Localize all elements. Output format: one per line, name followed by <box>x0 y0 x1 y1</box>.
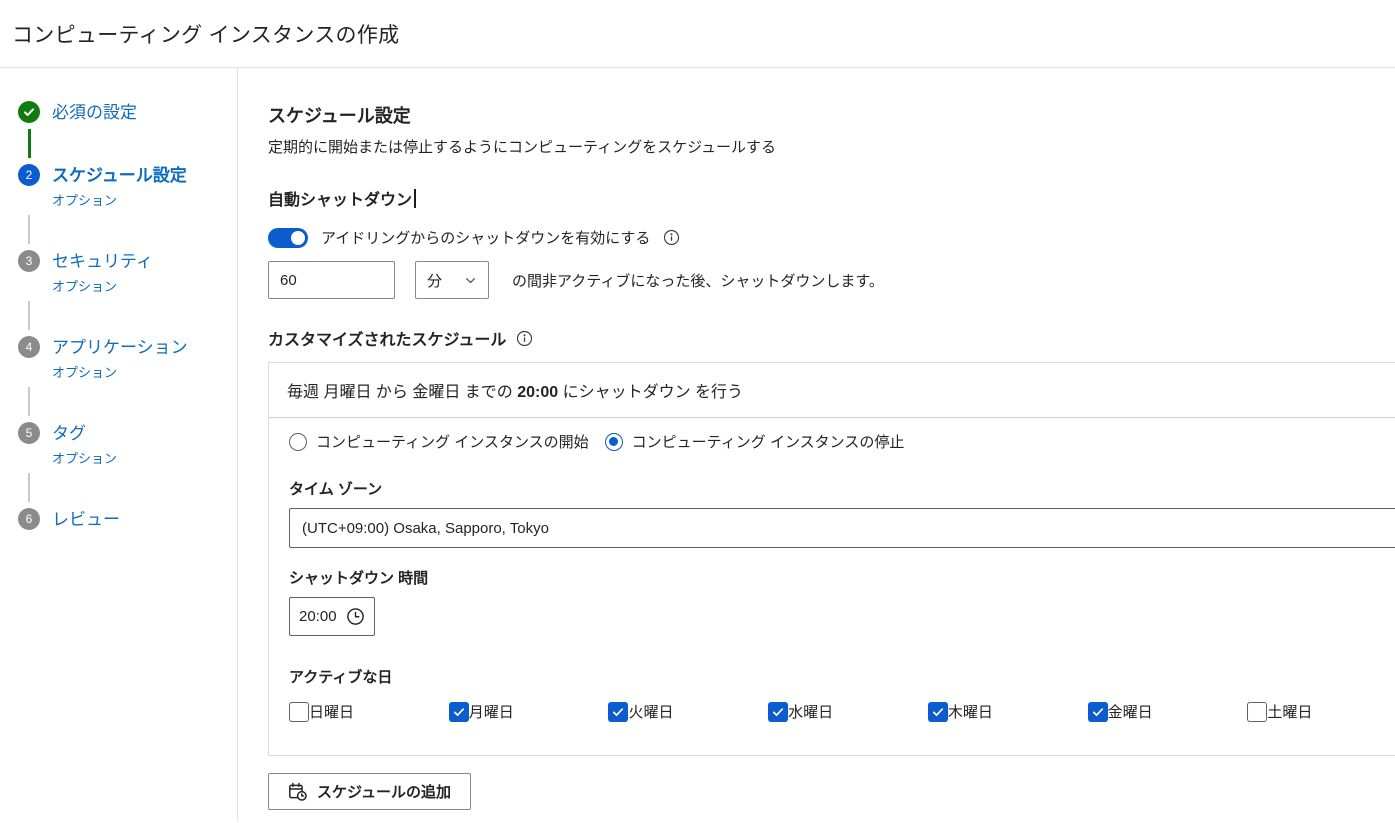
idle-duration-value: 60 <box>280 272 297 289</box>
step-connector <box>28 473 30 502</box>
step-optional-label: オプション <box>52 362 188 381</box>
sidebar-step-security[interactable]: 3 セキュリティ オプション <box>18 250 237 295</box>
radio-start-label: コンピューティング インスタンスの開始 <box>316 431 589 452</box>
clock-icon <box>346 607 365 626</box>
step-connector <box>28 301 30 330</box>
checkbox-unchecked-icon <box>289 702 309 722</box>
wizard-steps-sidebar: 必須の設定 2 スケジュール設定 オプション 3 セキュリティ オプション 4 … <box>0 68 238 822</box>
auto-shutdown-heading: 自動シャットダウン <box>268 186 1395 210</box>
day-label: 火曜日 <box>628 701 673 722</box>
day-checkbox-monday[interactable]: 月曜日 <box>449 701 609 722</box>
step-optional-label: オプション <box>52 190 187 209</box>
section-title: スケジュール設定 <box>268 102 1395 128</box>
custom-schedule-heading-text: カスタマイズされたスケジュール <box>268 326 506 350</box>
radio-selected-icon <box>605 433 623 451</box>
idle-duration-input[interactable]: 60 <box>268 261 395 299</box>
radio-start-instance[interactable]: コンピューティング インスタンスの開始 <box>289 431 589 452</box>
schedule-summary-time: 20:00 <box>517 384 558 401</box>
step-complete-icon <box>18 101 40 123</box>
timezone-select[interactable]: (UTC+09:00) Osaka, Sapporo, Tokyo <box>289 508 1395 548</box>
step-number-badge: 2 <box>18 164 40 186</box>
add-schedule-button-label: スケジュールの追加 <box>317 781 451 802</box>
day-label: 日曜日 <box>309 701 354 722</box>
day-label: 土曜日 <box>1267 701 1312 722</box>
section-subtitle: 定期的に開始または停止するようにコンピューティングをスケジュールする <box>268 138 1395 157</box>
custom-schedule-heading: カスタマイズされたスケジュール <box>268 326 1395 350</box>
step-optional-label: オプション <box>52 448 117 467</box>
day-label: 金曜日 <box>1108 701 1153 722</box>
step-number-badge: 5 <box>18 422 40 444</box>
shutdown-time-input[interactable]: 20:00 <box>289 597 375 636</box>
sidebar-step-tags[interactable]: 5 タグ オプション <box>18 422 237 467</box>
step-label: レビュー <box>52 509 120 530</box>
sidebar-step-schedule-settings[interactable]: 2 スケジュール設定 オプション <box>18 164 237 209</box>
schedule-summary: 毎週 月曜日 から 金曜日 までの 20:00 にシャットダウン を行う <box>269 363 1395 418</box>
calendar-clock-icon <box>288 782 307 801</box>
day-checkbox-friday[interactable]: 金曜日 <box>1088 701 1248 722</box>
step-label: 必須の設定 <box>52 102 137 123</box>
checkbox-checked-icon <box>1088 702 1108 722</box>
day-label: 水曜日 <box>788 701 833 722</box>
step-number-badge: 4 <box>18 336 40 358</box>
sidebar-step-applications[interactable]: 4 アプリケーション オプション <box>18 336 237 381</box>
page-title: コンピューティング インスタンスの作成 <box>12 19 399 49</box>
step-number-badge: 3 <box>18 250 40 272</box>
schedule-settings-pane: スケジュール設定 定期的に開始または停止するようにコンピューティングをスケジュー… <box>238 68 1395 822</box>
chevron-down-icon <box>464 274 477 287</box>
checkbox-checked-icon <box>768 702 788 722</box>
checkbox-checked-icon <box>928 702 948 722</box>
day-label: 月曜日 <box>469 701 514 722</box>
step-number-badge: 6 <box>18 508 40 530</box>
day-checkbox-saturday[interactable]: 土曜日 <box>1247 701 1395 722</box>
page-header: コンピューティング インスタンスの作成 <box>0 0 1395 68</box>
idle-shutdown-toggle[interactable] <box>268 228 308 248</box>
day-checkbox-wednesday[interactable]: 水曜日 <box>768 701 928 722</box>
info-icon[interactable] <box>663 229 680 246</box>
step-label: タグ <box>52 423 117 444</box>
schedule-summary-suffix: にシャットダウン を行う <box>558 384 743 401</box>
idle-shutdown-toggle-label: アイドリングからのシャットダウンを有効にする <box>321 227 650 248</box>
day-checkbox-sunday[interactable]: 日曜日 <box>289 701 449 722</box>
radio-stop-label: コンピューティング インスタンスの停止 <box>632 431 905 452</box>
sidebar-step-review[interactable]: 6 レビュー <box>18 508 237 530</box>
checkbox-checked-icon <box>608 702 628 722</box>
active-days-row: 日曜日 月曜日 火曜日 水曜日 <box>289 701 1395 722</box>
shutdown-time-label: シャットダウン 時間 <box>289 567 1395 588</box>
day-checkbox-tuesday[interactable]: 火曜日 <box>608 701 768 722</box>
schedule-card: 毎週 月曜日 から 金曜日 までの 20:00 にシャットダウン を行う コンピ… <box>268 362 1395 756</box>
toggle-knob <box>291 231 305 245</box>
active-days-label: アクティブな日 <box>289 666 1395 687</box>
checkbox-unchecked-icon <box>1247 702 1267 722</box>
step-label: アプリケーション <box>52 337 188 358</box>
day-label: 木曜日 <box>948 701 993 722</box>
idle-duration-suffix-text: の間非アクティブになった後、シャットダウンします。 <box>512 270 884 291</box>
step-optional-label: オプション <box>52 276 153 295</box>
radio-circle-icon <box>289 433 307 451</box>
auto-shutdown-heading-text: 自動シャットダウン <box>268 186 412 210</box>
text-caret <box>414 189 416 208</box>
step-connector <box>28 129 31 158</box>
duration-unit-select[interactable]: 分 <box>415 261 489 299</box>
checkbox-checked-icon <box>449 702 469 722</box>
step-connector <box>28 387 30 416</box>
step-label: セキュリティ <box>52 251 153 272</box>
step-label: スケジュール設定 <box>52 165 187 186</box>
info-icon[interactable] <box>516 330 533 347</box>
schedule-summary-prefix: 毎週 月曜日 から 金曜日 までの <box>287 384 517 401</box>
radio-stop-instance[interactable]: コンピューティング インスタンスの停止 <box>605 431 905 452</box>
sidebar-step-required-settings[interactable]: 必須の設定 <box>18 101 237 123</box>
duration-unit-value: 分 <box>427 270 442 291</box>
timezone-value: (UTC+09:00) Osaka, Sapporo, Tokyo <box>302 520 549 537</box>
step-connector <box>28 215 30 244</box>
timezone-label: タイム ゾーン <box>289 478 1395 499</box>
day-checkbox-thursday[interactable]: 木曜日 <box>928 701 1088 722</box>
shutdown-time-value: 20:00 <box>299 608 337 625</box>
add-schedule-button[interactable]: スケジュールの追加 <box>268 773 471 810</box>
